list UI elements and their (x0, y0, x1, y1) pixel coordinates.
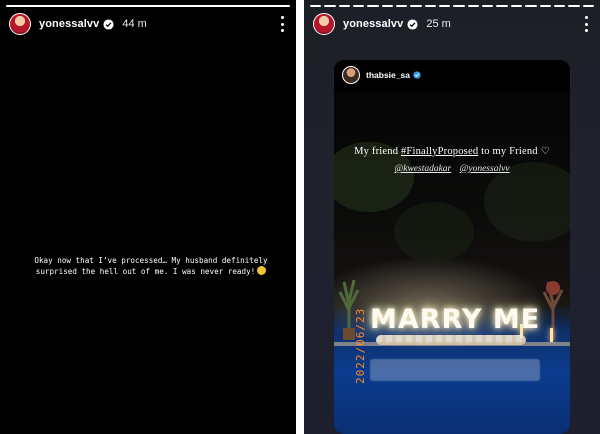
story-header: yonessalvv 25 m (313, 13, 594, 35)
avatar[interactable] (313, 13, 335, 35)
caption-prefix: My friend (354, 146, 401, 157)
story-text-content: Okay now that I’ve processed… My husband… (34, 256, 268, 276)
tree-silhouette (484, 162, 570, 242)
story-segments (310, 5, 594, 7)
story-segment (539, 5, 551, 7)
grinning-face-icon (257, 266, 267, 275)
lamp-light (550, 328, 553, 342)
hashtag-link[interactable]: #FinallyProposed (401, 146, 478, 157)
marry-me-sign: MARRY ME (370, 304, 541, 335)
plant-decoration (542, 281, 564, 340)
white-heart-icon: ♡ (540, 146, 550, 157)
mention-link[interactable]: @yonessalvv (460, 164, 510, 174)
proposal-photo: My friend #FinallyProposed to my Friend ♡… (334, 92, 570, 434)
story-segment (467, 5, 480, 7)
story-segment (367, 5, 379, 7)
story-progress-bar (6, 5, 290, 7)
story-segment (568, 5, 580, 7)
story-time: 25 m (426, 18, 451, 30)
mentions: @kwestadakar @yonessalvv (334, 164, 570, 174)
tree-silhouette (394, 202, 474, 262)
story-text: Okay now that I’ve processed… My husband… (20, 255, 282, 277)
story-segment (324, 5, 336, 7)
reshared-post-header: thabsie_sa (342, 66, 421, 84)
avatar[interactable] (342, 66, 360, 84)
story-segment (496, 5, 508, 7)
reshared-post-card[interactable]: My friend #FinallyProposed to my Friend ♡… (334, 60, 570, 434)
story-header: yonessalvv 44 m (9, 13, 290, 35)
story-segment (525, 5, 537, 7)
story-caption: My friend #FinallyProposed to my Friend ♡ (334, 146, 570, 157)
story-segment (381, 5, 394, 7)
story-segment (582, 5, 594, 7)
sign-reflection-graphic (370, 359, 540, 381)
mention-link[interactable]: @kwestadakar (394, 164, 451, 174)
story-progress-fill (6, 5, 290, 7)
story-right[interactable]: yonessalvv 25 m My friend #FinallyPropos… (304, 0, 600, 434)
reshared-username[interactable]: thabsie_sa (366, 70, 410, 80)
story-left[interactable]: yonessalvv 44 m Okay now that I’ve proce… (0, 0, 296, 434)
story-time: 44 m (122, 18, 147, 30)
story-segment (410, 5, 422, 7)
avatar[interactable] (9, 13, 31, 35)
story-segment (424, 5, 437, 7)
caption-suffix: to my Friend (478, 146, 538, 157)
story-segment (338, 5, 351, 7)
pool-edge (334, 342, 570, 346)
more-options-icon[interactable] (280, 16, 284, 32)
verified-badge-icon (407, 18, 418, 30)
date-stamp: 2022/06/23 (354, 307, 367, 384)
story-segment (396, 5, 408, 7)
story-segment (439, 5, 451, 7)
story-segment (510, 5, 523, 7)
marry-me-reflection (370, 348, 540, 385)
verified-badge-icon (413, 71, 421, 79)
story-segment (353, 5, 365, 7)
story-segment (310, 5, 322, 7)
story-username[interactable]: yonessalvv (343, 18, 403, 30)
story-segment (553, 5, 566, 7)
story-segment (453, 5, 465, 7)
story-username[interactable]: yonessalvv (39, 18, 99, 30)
verified-badge-icon (103, 18, 114, 30)
story-segment (482, 5, 494, 7)
more-options-icon[interactable] (584, 16, 588, 32)
